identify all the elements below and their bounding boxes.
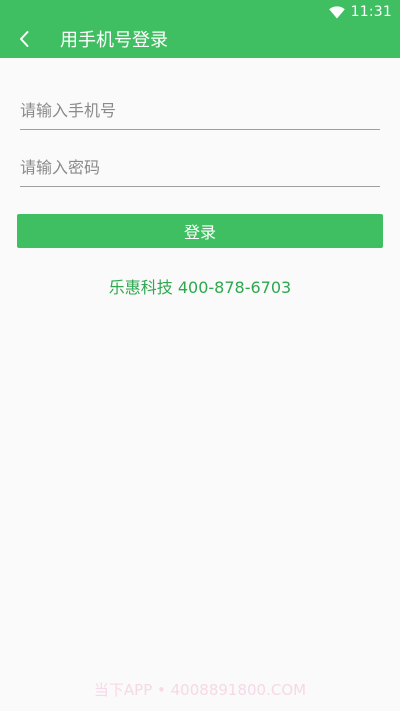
back-button[interactable]: [10, 27, 38, 55]
page-title: 用手机号登录: [60, 30, 168, 51]
company-info: 乐惠科技 400-878-6703: [108, 278, 292, 297]
chevron-left-icon: [18, 30, 30, 52]
status-indicators: 11:31: [328, 2, 392, 22]
status-time: 11:31: [350, 4, 392, 20]
app-bar: 用手机号登录: [0, 24, 400, 58]
phone-input[interactable]: [20, 95, 380, 130]
login-button[interactable]: 登录: [17, 214, 383, 248]
status-bar: 11:31: [0, 0, 400, 24]
password-input[interactable]: [20, 152, 380, 187]
login-screen: 11:31 用手机号登录 登录 乐惠科技 400-878-6703 当下APP …: [0, 0, 400, 711]
watermark: 当下APP • 4008891800.COM: [93, 681, 307, 699]
wifi-icon: [328, 5, 345, 19]
